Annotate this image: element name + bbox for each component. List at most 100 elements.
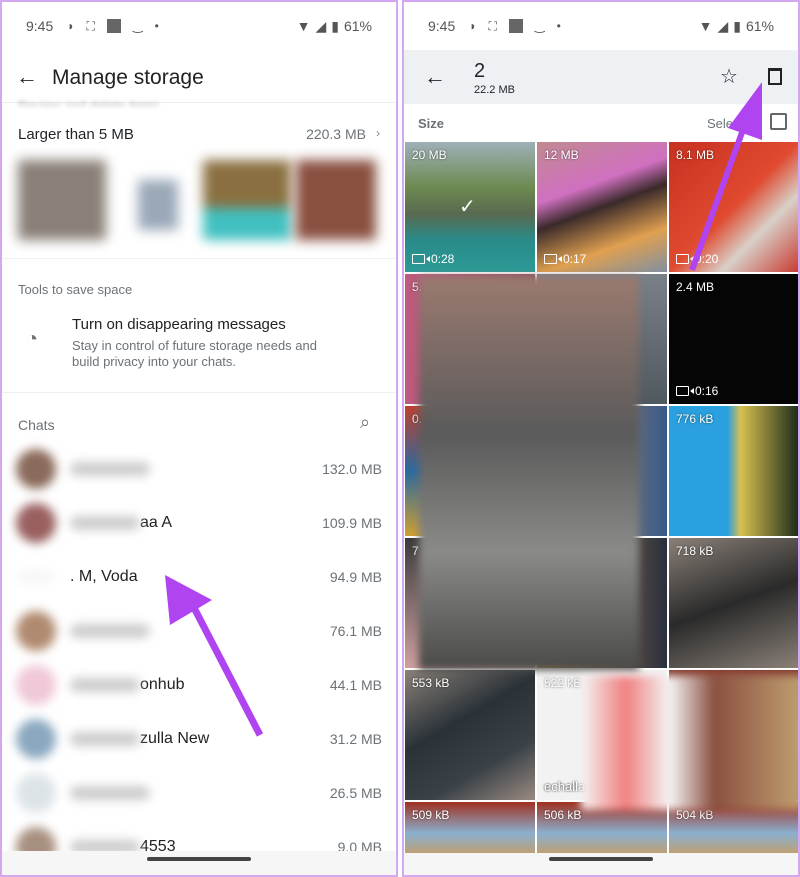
star-icon[interactable]: ☆ xyxy=(720,64,738,89)
avatar xyxy=(16,573,56,581)
media-thumb[interactable] xyxy=(203,160,291,240)
item-desc: Stay in control of future storage needs … xyxy=(72,338,317,369)
chat-row[interactable]: 26.5 MB xyxy=(16,767,382,819)
media-thumb[interactable] xyxy=(138,180,178,230)
home-handle[interactable] xyxy=(147,857,251,861)
nav-bar xyxy=(404,853,798,875)
chat-row[interactable]: onhub 44.1 MB xyxy=(16,659,382,711)
redacted-name xyxy=(70,462,150,476)
chat-size: 31.2 MB xyxy=(329,731,382,747)
media-thumb[interactable] xyxy=(18,160,106,240)
avatar xyxy=(16,611,56,651)
dot-icon: • xyxy=(154,19,159,33)
media-selection-screen: 9:45 ◗ ⛶ ‿ • ▼ ◢ ▮ 61% ← 2 22.2 MB ☆ Siz… xyxy=(402,0,800,877)
chat-size: 132.0 MB xyxy=(322,461,382,477)
redacted-name xyxy=(70,678,140,692)
media-tile[interactable]: 776 kB xyxy=(669,406,798,536)
search-icon[interactable]: ⌕ xyxy=(360,412,370,433)
file-size: 20 MB xyxy=(412,148,447,162)
file-size: 776 kB xyxy=(676,412,714,426)
redacted-name xyxy=(70,786,150,800)
duration-text: 0:28 xyxy=(431,252,455,266)
selected-count: 2 xyxy=(474,60,486,82)
battery-icon: ▮ xyxy=(331,17,339,34)
chat-size: 26.5 MB xyxy=(329,785,382,801)
screenshot-icon: ⛶ xyxy=(86,18,95,33)
wifi-icon: ▼ xyxy=(698,18,713,34)
chat-size: 76.1 MB xyxy=(329,623,382,639)
home-handle[interactable] xyxy=(549,857,653,861)
battery-level: 61% xyxy=(343,18,372,34)
selected-check-icon: ✓ xyxy=(459,196,476,218)
media-tile[interactable]: 509 kB xyxy=(405,802,535,854)
redacted-media xyxy=(581,676,798,810)
tools-heading: Tools to save space xyxy=(18,282,133,297)
divider xyxy=(2,392,396,393)
chat-row[interactable]: 132.0 MB xyxy=(16,443,382,495)
back-button[interactable]: ← xyxy=(16,64,38,90)
large-media-strip[interactable] xyxy=(18,150,380,245)
media-tile[interactable]: 2.4 MB 0:16 xyxy=(669,274,798,404)
battery-level: 61% xyxy=(745,18,774,34)
amazon-icon: ‿ xyxy=(132,19,143,33)
video-duration: 0:20 xyxy=(676,252,718,266)
chat-row[interactable]: . M, Voda 94.9 MB xyxy=(16,551,382,603)
redacted-media xyxy=(419,276,639,670)
review-subtitle: Review and delete items xyxy=(18,98,160,106)
file-size: 2.4 MB xyxy=(676,280,715,294)
dot-icon: • xyxy=(556,19,561,33)
delete-icon[interactable] xyxy=(768,68,782,85)
avatar xyxy=(16,719,56,759)
duration-text: 0:20 xyxy=(695,252,719,266)
chat-name: zulla New xyxy=(140,730,210,747)
video-duration: 0:28 xyxy=(412,252,454,266)
chat-row[interactable]: zulla New 31.2 MB xyxy=(16,713,382,765)
page-title: Manage storage xyxy=(52,66,204,89)
media-tile[interactable]: 718 kB xyxy=(669,538,798,668)
media-tile[interactable]: 20 MB 0:28 ✓ xyxy=(405,142,535,272)
chat-row[interactable]: aa A 109.9 MB xyxy=(16,497,382,549)
redacted-name xyxy=(70,624,150,638)
file-size: 509 kB xyxy=(412,808,450,822)
file-size: 12 MB xyxy=(544,148,579,162)
select-all-checkbox[interactable] xyxy=(770,113,787,130)
back-button[interactable]: ← xyxy=(424,64,446,90)
chat-size: 94.9 MB xyxy=(329,569,382,585)
avatar xyxy=(16,449,56,489)
caption: echalla xyxy=(544,779,586,794)
amazon-icon: ‿ xyxy=(534,19,545,33)
manage-storage-screen: 9:45 ◗ ⛶ ‿ • ▼ ◢ ▮ 61% ← Manage storage … xyxy=(0,0,398,877)
media-tile[interactable]: 12 MB 0:17 xyxy=(537,142,667,272)
video-icon xyxy=(676,386,694,396)
video-icon xyxy=(676,254,694,264)
video-icon xyxy=(544,254,562,264)
sort-label[interactable]: Size xyxy=(418,116,444,131)
chat-name: onhub xyxy=(140,676,185,693)
redacted-name xyxy=(70,732,140,746)
chat-size: 44.1 MB xyxy=(329,677,382,693)
signal-icon: ◢ xyxy=(315,17,327,34)
file-size: 718 kB xyxy=(676,544,714,558)
app-icon xyxy=(508,19,523,33)
chat-row[interactable]: 76.1 MB xyxy=(16,605,382,657)
item-title: Turn on disappearing messages xyxy=(72,316,286,333)
status-bar: 9:45 ◗ ⛶ ‿ • ▼ ◢ ▮ 61% xyxy=(26,14,372,38)
avatar xyxy=(16,665,56,705)
media-tile[interactable]: 553 kB xyxy=(405,670,535,800)
media-grid: 20 MB 0:28 ✓ 12 MB 0:17 8.1 MB 0:20 5. 2.4 MB 0:1… xyxy=(405,142,798,856)
disappearing-messages-item[interactable]: ◔ Turn on disappearing messages Stay in … xyxy=(18,314,380,374)
signal-icon: ◢ xyxy=(717,17,729,34)
nav-bar xyxy=(2,851,396,875)
chat-size: 109.9 MB xyxy=(322,515,382,531)
larger-than-row[interactable]: Larger than 5 MB 220.3 MB › xyxy=(18,126,380,143)
file-size: 553 kB xyxy=(412,676,450,690)
notification-icon: ◗ xyxy=(469,19,477,33)
media-thumb[interactable] xyxy=(296,160,376,240)
screenshot-icon: ⛶ xyxy=(488,18,497,33)
clock: 9:45 xyxy=(26,18,54,34)
chat-name: aa A xyxy=(140,514,173,531)
selected-size: 22.2 MB xyxy=(474,84,515,96)
divider xyxy=(2,258,396,259)
media-tile[interactable]: 8.1 MB 0:20 xyxy=(669,142,798,272)
video-duration: 0:16 xyxy=(676,384,718,398)
